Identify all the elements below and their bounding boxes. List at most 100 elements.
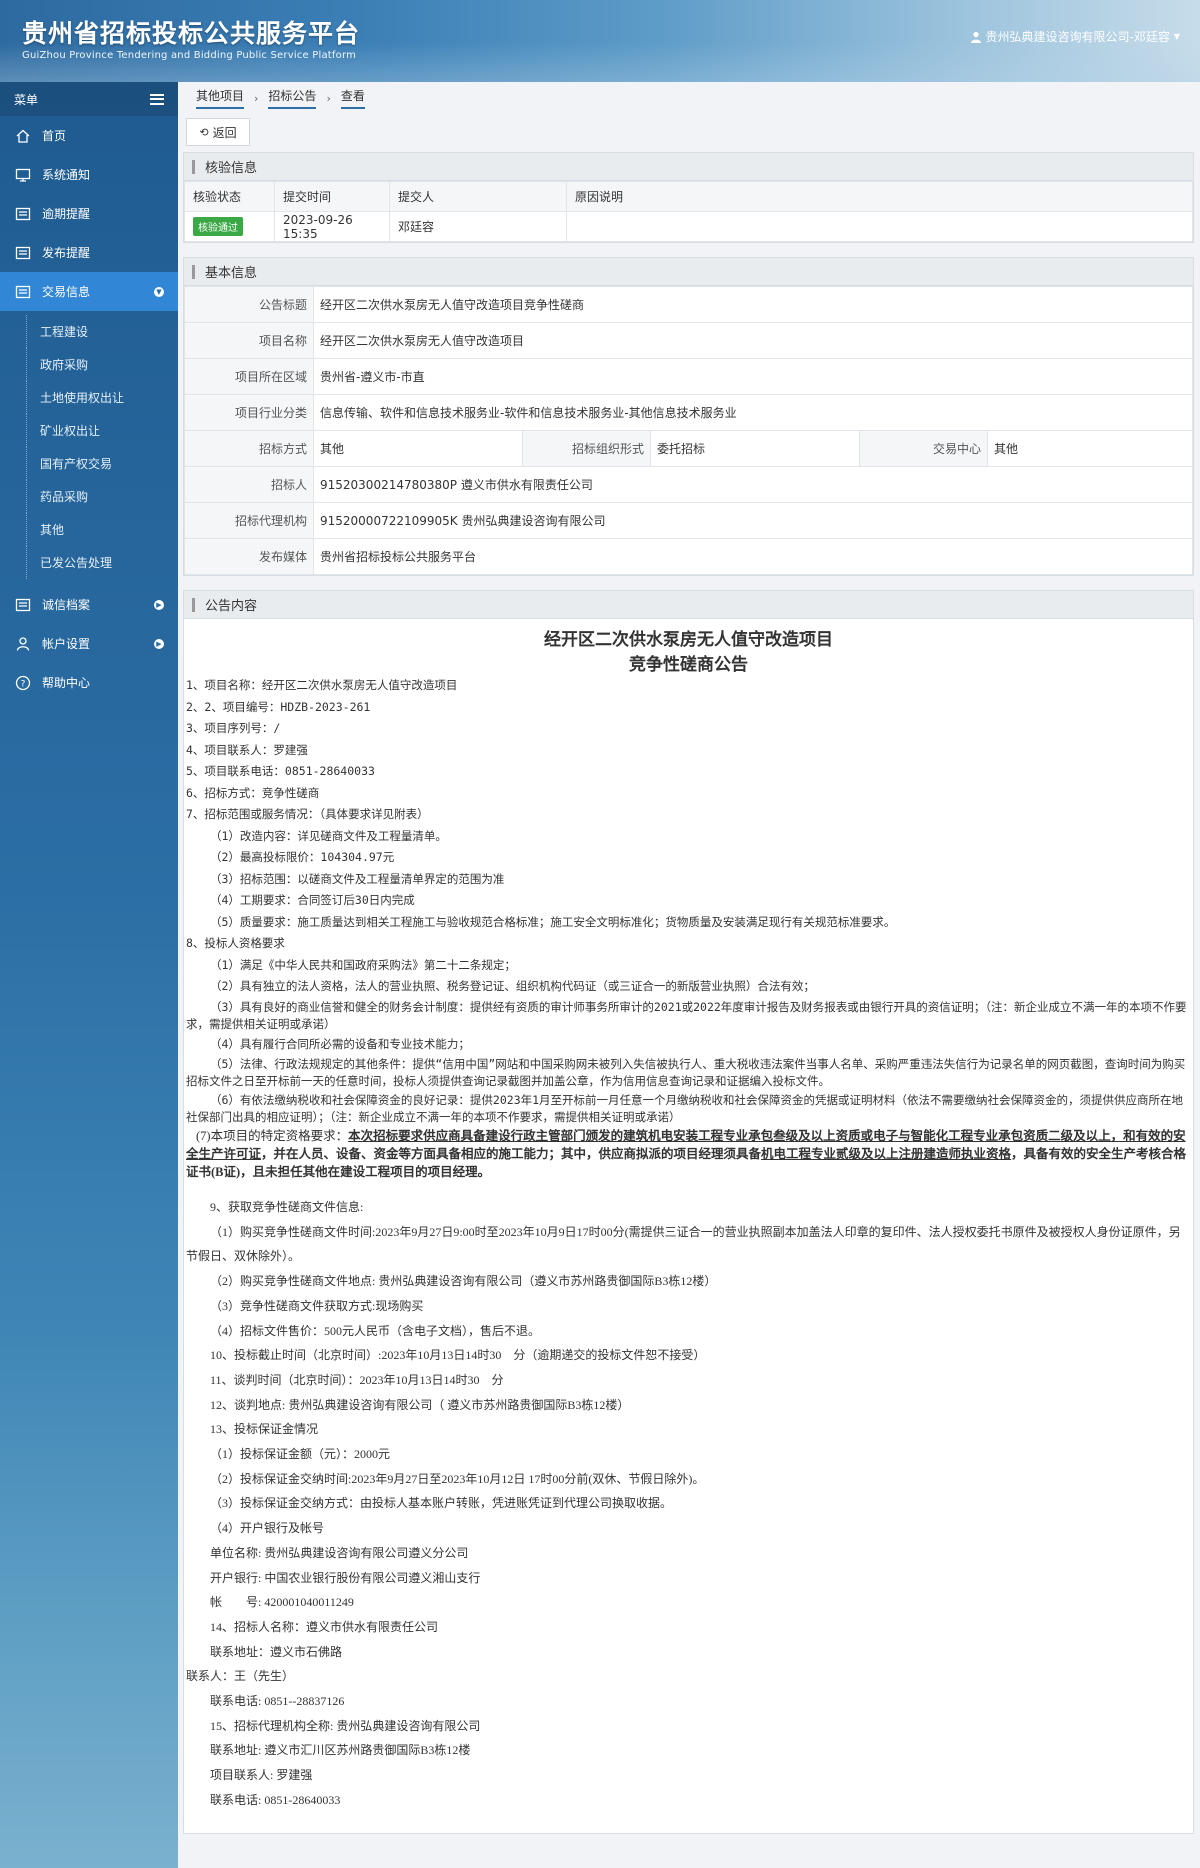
back-label: 返回: [212, 125, 237, 140]
sidebar-item-system-notice[interactable]: 系统通知: [0, 155, 178, 194]
verify-table: 核验状态 提交时间 提交人 原因说明 核验通过 2023-09-26 15:35…: [184, 181, 1193, 242]
notice-line: 联系电话: 0851-28640033: [210, 1792, 341, 1807]
sub-item-mining-rights[interactable]: 矿业权出让: [0, 414, 178, 447]
verify-panel-header: 核验信息: [184, 153, 1193, 181]
notice-line: 开户银行: 中国农业银行股份有限公司遵义湘山支行: [210, 1570, 481, 1585]
requirement-line: （1）满足《中华人民共和国政府采购法》第二十二条规定；: [210, 957, 516, 972]
notice-line: （1）购买竞争性磋商文件时间:2023年9月27日9:00时至2023年10月9…: [186, 1224, 1181, 1264]
sub-item-engineering[interactable]: 工程建设: [0, 315, 178, 348]
sub-item-state-property[interactable]: 国有产权交易: [0, 447, 178, 480]
notice-line: 单位名称: 贵州弘典建设咨询有限公司遵义分公司: [210, 1545, 469, 1560]
sidebar-item-label: 首页: [42, 129, 67, 143]
panel-header-bar: [192, 159, 195, 174]
back-icon: ⟲: [199, 125, 209, 139]
notice-body: 经开区二次供水泵房无人值守改造项目 竞争性磋商公告 1、项目名称：经开区二次供水…: [184, 625, 1193, 1833]
chevron-right-icon: ›: [254, 91, 259, 105]
project-name-value: 经开区二次供水泵房无人值守改造项目: [313, 322, 1193, 359]
field-label: 交易中心: [859, 430, 988, 467]
back-button[interactable]: ⟲ 返回: [186, 118, 250, 146]
sidebar-item-overdue-reminder[interactable]: 逾期提醒: [0, 194, 178, 233]
breadcrumb-other-projects[interactable]: 其他项目: [196, 87, 245, 109]
breadcrumb: 其他项目 › 招标公告 › 查看: [178, 82, 1200, 114]
scope-line: （1）改造内容：详见磋商文件及工程量清单。: [210, 828, 447, 843]
list-icon: [14, 596, 32, 614]
chevron-right-icon: ›: [326, 91, 331, 105]
list-icon: [14, 283, 32, 301]
notice-line: 联系电话: 0851--28837126: [210, 1694, 345, 1709]
panel-header-bar: [192, 597, 195, 612]
top-header: 贵州省招标投标公共服务平台 GuiZhou Province Tendering…: [0, 0, 1200, 82]
col-header: 提交人: [389, 181, 567, 212]
submitter: 邓廷容: [389, 211, 567, 242]
agency-value: 91520000722109905K 贵州弘典建设咨询有限公司: [313, 502, 1193, 539]
scope-line: （2）最高投标限价：104304.97元: [210, 850, 395, 864]
svg-text:?: ?: [21, 679, 26, 689]
notice-subtitle: 竞争性磋商公告: [629, 655, 748, 675]
menu-label: 菜单: [14, 92, 39, 107]
site-subtitle: GuiZhou Province Tendering and Bidding P…: [22, 50, 357, 61]
panel-header-bar: [192, 264, 195, 279]
basic-info-table: 公告标题 经开区二次供水泵房无人值守改造项目竞争性磋商 项目名称 经开区二次供水泵房…: [184, 286, 1193, 575]
sub-item-other[interactable]: 其他: [0, 513, 178, 546]
notice-line: 1、项目名称：经开区二次供水泵房无人值守改造项目: [186, 678, 458, 692]
scope-line: （3）招标范围：以磋商文件及工程量清单界定的范围为准: [210, 871, 505, 886]
special-requirement: (7)本项目的特定资格要求：本次招标要求供应商具备建设行政主管部门颁发的建筑机电…: [186, 1127, 1191, 1181]
sidebar-item-label: 帐户设置: [42, 637, 91, 651]
main-content: 其他项目 › 招标公告 › 查看 ⟲ 返回 核验信息 核验状态 提交时间 提交人…: [178, 82, 1200, 1868]
notice-line: 9、获取竞争性磋商文件信息:: [210, 1200, 364, 1214]
breadcrumb-tender-notice[interactable]: 招标公告: [268, 87, 317, 109]
special-req-underlined: 机电工程专业贰级及以上注册建造师执业资格: [761, 1147, 1012, 1161]
requirement-line: （2）具有独立的法人资格，法人的营业执照、税务登记证、组织机构代码证（或三证合一…: [210, 979, 815, 993]
field-label: 公告标题: [184, 286, 314, 323]
user-menu[interactable]: 贵州弘典建设咨询有限公司-邓廷容 ▼: [970, 28, 1180, 45]
menu-header: 菜单: [0, 82, 178, 116]
sidebar-item-account-settings[interactable]: 帐户设置 ▶: [0, 624, 178, 663]
requirements-title: 8、投标人资格要求: [186, 936, 285, 950]
requirement-line: （4）具有履行合同所必需的设备和专业技术能力；: [210, 1036, 470, 1051]
trade-info-submenu: 工程建设 政府采购 土地使用权出让 矿业权出让 国有产权交易 药品采购 其他 已…: [0, 311, 178, 585]
sidebar-item-label: 交易信息: [42, 285, 91, 299]
sidebar-item-label: 逾期提醒: [42, 207, 91, 221]
notice-line: 5、项目联系电话：0851-28640033: [186, 764, 375, 778]
status-badge: 核验通过: [193, 217, 243, 236]
sidebar-item-label: 诚信档案: [42, 598, 91, 612]
list-icon: [14, 205, 32, 223]
notice-content-header: 公告内容: [184, 591, 1193, 619]
notice-line: 2、2、项目编号：HDZB-2023-261: [186, 699, 371, 714]
breadcrumb-view[interactable]: 查看: [340, 87, 365, 109]
notice-line: 7、招标范围或服务情况：（具体要求详见附表）: [186, 807, 429, 821]
sidebar-item-credit-archive[interactable]: 诚信档案 ▶: [0, 585, 178, 624]
help-icon: ?: [14, 674, 32, 692]
notice-line: 帐 号: 420001040011249: [210, 1595, 354, 1610]
field-label: 发布媒体: [184, 538, 314, 575]
col-header: 核验状态: [184, 181, 275, 212]
home-icon: [14, 127, 32, 145]
notice-line: 11、谈判时间（北京时间）：2023年10月13日14时30 分: [210, 1372, 504, 1387]
basic-info-header: 基本信息: [184, 258, 1193, 286]
org-form-value: 委托招标: [650, 430, 860, 467]
reason: [566, 211, 1193, 242]
list-icon: [14, 244, 32, 262]
section-9-onwards: 9、获取竞争性磋商文件信息: （1）购买竞争性磋商文件时间:2023年9月27日…: [186, 1195, 1191, 1813]
notice-line: 联系人：王（先生）: [186, 1669, 295, 1684]
notice-line: 项目联系人: 罗建强: [210, 1768, 313, 1783]
field-label: 招标代理机构: [184, 502, 314, 539]
panel-title: 基本信息: [205, 266, 258, 281]
sidebar-item-trade-info[interactable]: 交易信息 ▼: [0, 272, 178, 311]
sub-item-land-use[interactable]: 土地使用权出让: [0, 381, 178, 414]
sidebar-item-label: 发布提醒: [42, 246, 91, 260]
sub-item-gov-procurement[interactable]: 政府采购: [0, 348, 178, 381]
sub-item-drug-procurement[interactable]: 药品采购: [0, 480, 178, 513]
notice-line: 14、招标人名称：遵义市供水有限责任公司: [210, 1619, 439, 1634]
col-header: 原因说明: [566, 181, 1193, 212]
notice-line: 联系地址: 遵义市汇川区苏州路贵御国际B3栋12楼: [210, 1743, 471, 1758]
sidebar-item-help-center[interactable]: ? 帮助中心: [0, 663, 178, 702]
sub-item-published-handling[interactable]: 已发公告处理: [0, 546, 178, 579]
sidebar-item-home[interactable]: 首页: [0, 116, 178, 155]
sidebar: 菜单 首页 系统通知 逾期提醒 发布提醒 交易信息 ▼ 工程建设 政府采购 土地…: [0, 82, 178, 1868]
user-icon: [970, 31, 981, 43]
menu-toggle-icon[interactable]: [150, 93, 164, 105]
notice-line: 12、谈判地点: 贵州弘典建设咨询有限公司（ 遵义市苏州路贵御国际B3栋12楼）: [210, 1397, 630, 1412]
sidebar-item-publish-reminder[interactable]: 发布提醒: [0, 233, 178, 272]
verify-panel: 核验信息 核验状态 提交时间 提交人 原因说明 核验通过 2023-09-26 …: [183, 152, 1194, 243]
